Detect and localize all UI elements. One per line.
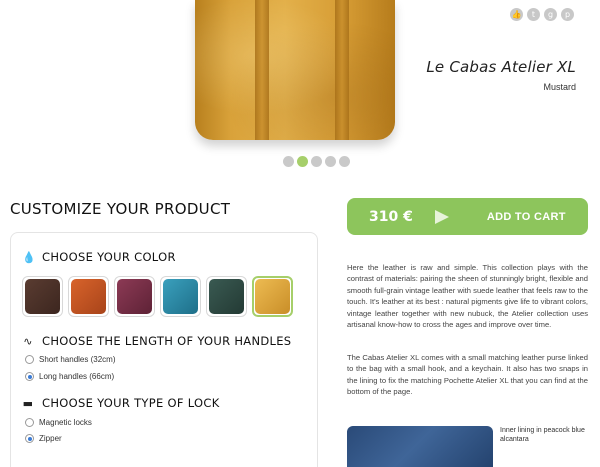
- carousel-dot[interactable]: [311, 156, 322, 167]
- radio-button[interactable]: [25, 418, 34, 427]
- lock-section-header: ▬ CHOOSE YOUR TYPE OF LOCK: [22, 396, 220, 410]
- lining-image: [347, 426, 493, 467]
- drop-icon: 💧: [22, 250, 36, 264]
- color-section-title: CHOOSE YOUR COLOR: [42, 250, 176, 264]
- customize-title: CUSTOMIZE YOUR PRODUCT: [10, 200, 231, 218]
- handles-section-header: ∿ CHOOSE THE LENGTH OF YOUR HANDLES: [22, 334, 291, 348]
- handle-option-short[interactable]: Short handles (32cm): [25, 355, 115, 364]
- bag-strap-left: [255, 0, 269, 140]
- google-plus-icon[interactable]: g: [544, 8, 557, 21]
- bag-strap-right: [335, 0, 349, 140]
- carousel-dot[interactable]: [325, 156, 336, 167]
- carousel-dot-active[interactable]: [297, 156, 308, 167]
- product-color-name: Mustard: [543, 82, 576, 92]
- swatch-color: [117, 279, 152, 314]
- handle-option-long[interactable]: Long handles (66cm): [25, 372, 114, 381]
- radio-label: Short handles (32cm): [39, 355, 116, 364]
- description-paragraph-2: The Cabas Atelier XL comes with a small …: [347, 353, 588, 397]
- lining-caption: Inner lining in peacock blue alcantara: [500, 427, 585, 443]
- swatch-peacock-blue[interactable]: [160, 276, 201, 317]
- twitter-icon[interactable]: t: [527, 8, 540, 21]
- lock-option-magnetic[interactable]: Magnetic locks: [25, 418, 92, 427]
- arrow-right-icon: [434, 209, 449, 224]
- radio-button-checked[interactable]: [25, 434, 34, 443]
- swatch-orange[interactable]: [68, 276, 109, 317]
- bag-body: [195, 0, 395, 140]
- lock-option-zipper[interactable]: Zipper: [25, 434, 62, 443]
- swatch-mustard-selected[interactable]: [252, 276, 293, 317]
- product-image: [185, 0, 405, 150]
- lock-section-title: CHOOSE YOUR TYPE OF LOCK: [42, 396, 220, 410]
- lock-icon: ▬: [22, 396, 34, 410]
- swatch-color: [209, 279, 244, 314]
- radio-button[interactable]: [25, 355, 34, 364]
- handles-section-title: CHOOSE THE LENGTH OF YOUR HANDLES: [42, 334, 292, 348]
- swatch-brown[interactable]: [22, 276, 63, 317]
- swatch-dark-green[interactable]: [206, 276, 247, 317]
- add-to-cart-label: ADD TO CART: [486, 210, 566, 223]
- handle-icon: ∿: [23, 334, 33, 348]
- color-section-header: 💧 CHOOSE YOUR COLOR: [22, 250, 176, 264]
- radio-label: Magnetic locks: [39, 418, 92, 427]
- price: 310 €: [369, 208, 413, 225]
- swatch-color: [163, 279, 198, 314]
- color-swatches: [22, 276, 293, 317]
- pinterest-icon[interactable]: p: [561, 8, 574, 21]
- swatch-color: [255, 279, 290, 314]
- description-paragraph-1: Here the leather is raw and simple. This…: [347, 263, 588, 330]
- add-to-cart-button[interactable]: 310 € ADD TO CART: [347, 198, 588, 235]
- swatch-color: [71, 279, 106, 314]
- carousel-dot[interactable]: [283, 156, 294, 167]
- swatch-plum[interactable]: [114, 276, 155, 317]
- customize-panel: [10, 232, 318, 467]
- like-icon[interactable]: 👍: [510, 8, 523, 21]
- radio-label: Zipper: [39, 434, 62, 443]
- social-share-bar: 👍 t g p: [510, 8, 574, 21]
- swatch-color: [25, 279, 60, 314]
- leather-texture: [195, 0, 395, 140]
- product-title: Le Cabas Atelier XL: [426, 58, 576, 76]
- radio-button-checked[interactable]: [25, 372, 34, 381]
- carousel-dot[interactable]: [339, 156, 350, 167]
- carousel-dots: [283, 156, 350, 167]
- radio-label: Long handles (66cm): [39, 372, 115, 381]
